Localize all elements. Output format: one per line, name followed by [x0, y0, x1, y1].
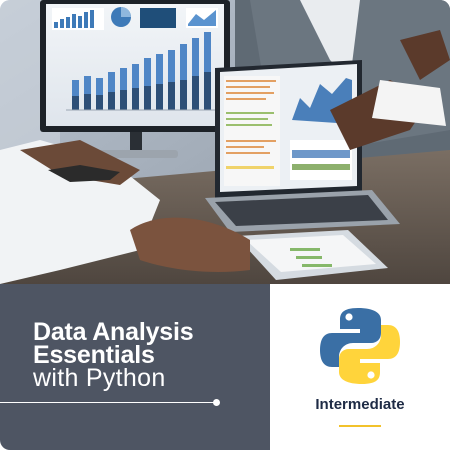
course-title-line-3: with Python	[33, 364, 166, 392]
hero-photo	[0, 0, 450, 284]
level-accent-line	[339, 425, 381, 427]
title-divider	[0, 402, 216, 403]
title-divider-dot	[213, 399, 220, 406]
course-card[interactable]: Data Analysis Essentials with Python Int…	[0, 0, 450, 450]
course-title: Data Analysis Essentials with Python	[33, 320, 194, 392]
level-panel: Intermediate	[270, 284, 450, 450]
title-panel: Data Analysis Essentials with Python	[0, 284, 270, 450]
difficulty-level: Intermediate	[315, 396, 405, 413]
python-logo-icon	[318, 304, 402, 388]
